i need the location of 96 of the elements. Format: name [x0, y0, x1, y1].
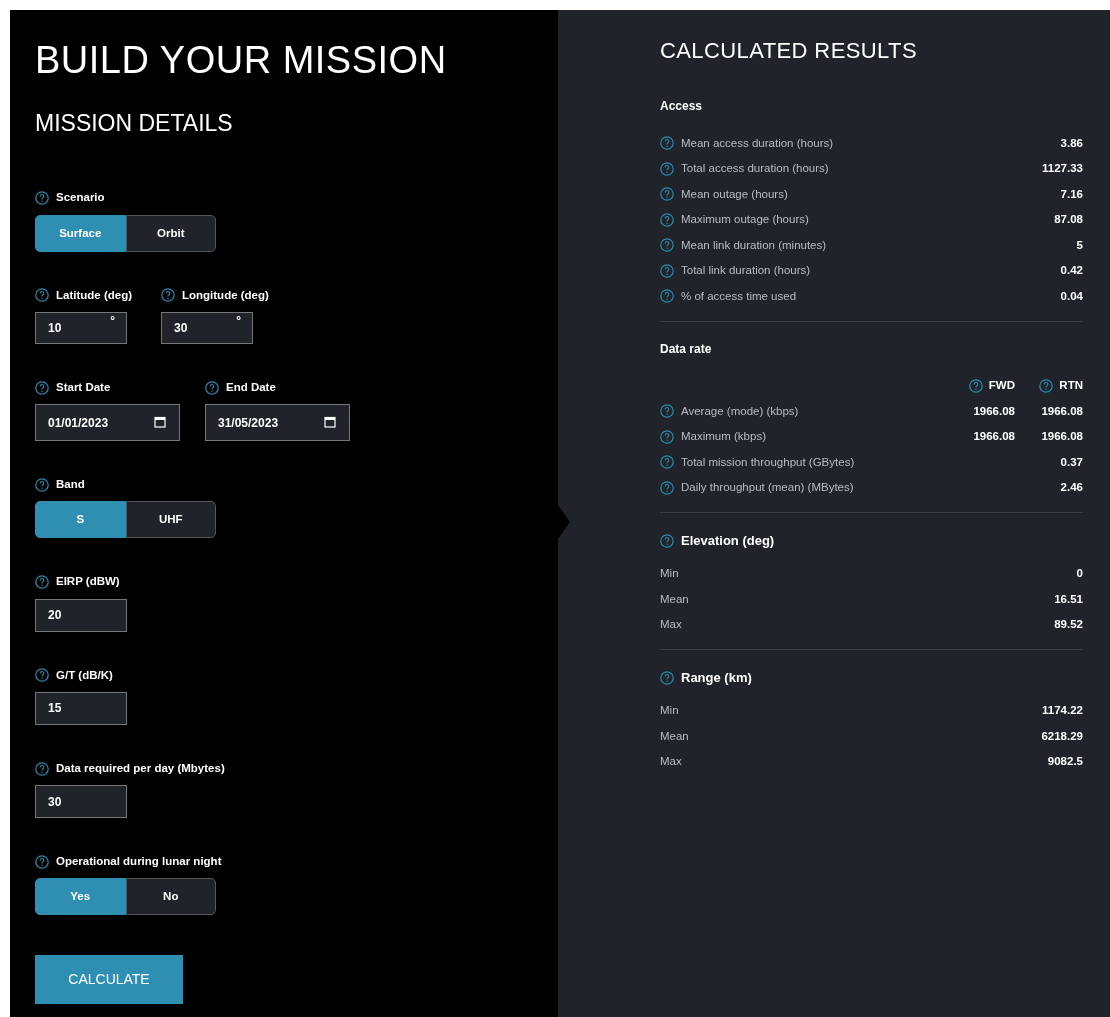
result-label: Average (mode) (kbps): [681, 403, 799, 419]
calendar-icon[interactable]: [154, 416, 166, 429]
help-icon[interactable]: [660, 404, 674, 419]
result-label: % of access time used: [681, 288, 797, 304]
result-value: 9082.5: [1046, 754, 1083, 769]
help-icon[interactable]: [161, 288, 175, 303]
help-icon[interactable]: [660, 289, 674, 304]
result-label: Total mission throughput (GBytes): [681, 454, 855, 470]
result-value: 0.37: [1059, 454, 1083, 470]
help-icon[interactable]: [660, 263, 674, 278]
result-label: Maximum outage (hours): [681, 212, 809, 227]
section-heading: Elevation (deg): [681, 532, 775, 551]
results-title: CALCULATED RESULTS: [660, 38, 918, 65]
result-label: Min: [660, 566, 679, 581]
result-value: 3.86: [1059, 135, 1083, 151]
field-label: End Date: [226, 379, 276, 395]
help-icon[interactable]: [660, 534, 674, 549]
result-label: Mean: [660, 591, 689, 607]
result-label: Mean outage (hours): [681, 186, 788, 202]
field-label: G/T (dB/K): [56, 667, 113, 683]
help-icon[interactable]: [660, 480, 674, 495]
result-label: Mean link duration (minutes): [681, 237, 827, 253]
help-icon[interactable]: [968, 378, 983, 393]
date-field[interactable]: 31/05/2023: [205, 404, 350, 442]
result-value: 7.16: [1059, 186, 1083, 202]
help-icon[interactable]: [35, 668, 49, 683]
result-label: Total access duration (hours): [681, 161, 829, 176]
degree-sign: °: [110, 314, 115, 327]
help-icon[interactable]: [35, 288, 49, 303]
help-icon[interactable]: [660, 187, 674, 202]
result-value: 2.46: [1059, 480, 1083, 495]
help-icon[interactable]: [660, 212, 674, 227]
section-heading: Data rate: [660, 340, 712, 358]
result-value: 0: [1075, 566, 1083, 581]
result-value: 1966.08: [1040, 429, 1083, 444]
input-field[interactable]: 15: [35, 691, 127, 725]
input-field[interactable]: 30: [35, 785, 127, 819]
section-heading: Range (km): [681, 669, 752, 688]
field-label: Latitude (deg): [56, 287, 133, 303]
help-icon[interactable]: [660, 671, 674, 686]
field-label: Scenario: [56, 190, 105, 206]
toggle-option[interactable]: Surface: [35, 214, 126, 252]
result-value: 1127.33: [1041, 161, 1083, 176]
help-icon[interactable]: [35, 575, 49, 589]
help-icon[interactable]: [660, 429, 674, 444]
help-icon[interactable]: [35, 854, 49, 869]
result-value: 16.51: [1053, 591, 1083, 607]
toggle-option[interactable]: Yes: [35, 878, 126, 916]
result-value: 1174.22: [1041, 703, 1083, 718]
toggle-option[interactable]: UHF: [125, 501, 216, 539]
result-value: 6218.29: [1040, 728, 1083, 744]
result-label: Maximum (kbps): [681, 429, 766, 444]
result-label: Daily throughput (mean) (MBytes): [681, 480, 854, 495]
help-icon[interactable]: [205, 380, 219, 395]
page-title: BUILD YOUR MISSION: [35, 40, 448, 82]
help-icon[interactable]: [660, 161, 674, 176]
help-icon[interactable]: [660, 455, 674, 470]
result-label: Mean access duration (hours): [681, 135, 834, 151]
help-icon[interactable]: [35, 477, 49, 492]
field-label: Longitude (deg): [182, 287, 269, 303]
toggle-option[interactable]: Orbit: [125, 214, 216, 252]
calculate-button[interactable]: CALCULATE: [35, 955, 183, 1005]
result-label: Max: [660, 617, 682, 632]
toggle-option[interactable]: No: [125, 878, 216, 916]
field-label: Start Date: [56, 379, 111, 395]
result-label: Mean: [660, 728, 689, 744]
result-value: 89.52: [1053, 617, 1083, 632]
help-icon[interactable]: [35, 380, 49, 395]
input-field[interactable]: 20: [35, 598, 127, 632]
field-label: Data required per day (Mbytes): [56, 760, 225, 776]
result-value: 0.42: [1059, 263, 1083, 278]
result-value: 0.04: [1059, 288, 1083, 304]
result-value: 1966.08: [972, 429, 1015, 444]
field-label: EIRP (dBW): [56, 574, 120, 590]
column-header: RTN: [1059, 378, 1083, 393]
result-label: Max: [660, 754, 682, 769]
result-value: 87.08: [1053, 212, 1083, 227]
section-heading: Access: [660, 98, 703, 116]
result-value: 1966.08: [1040, 403, 1083, 419]
degree-sign: °: [236, 314, 241, 327]
section-title: MISSION DETAILS: [35, 109, 234, 138]
help-icon[interactable]: [35, 191, 49, 205]
help-icon[interactable]: [660, 136, 674, 151]
help-icon[interactable]: [35, 761, 49, 776]
date-field[interactable]: 01/01/2023: [35, 404, 180, 442]
toggle-option[interactable]: S: [35, 501, 126, 539]
result-label: Min: [660, 703, 679, 718]
result-value: 5: [1075, 237, 1083, 253]
column-header: FWD: [988, 378, 1015, 393]
field-label: Band: [56, 477, 85, 493]
help-icon[interactable]: [1039, 378, 1054, 393]
help-icon[interactable]: [660, 238, 674, 253]
result-label: Total link duration (hours): [681, 263, 811, 278]
calendar-icon[interactable]: [324, 416, 336, 429]
field-label: Operational during lunar night: [56, 854, 222, 870]
result-value: 1966.08: [972, 403, 1015, 419]
